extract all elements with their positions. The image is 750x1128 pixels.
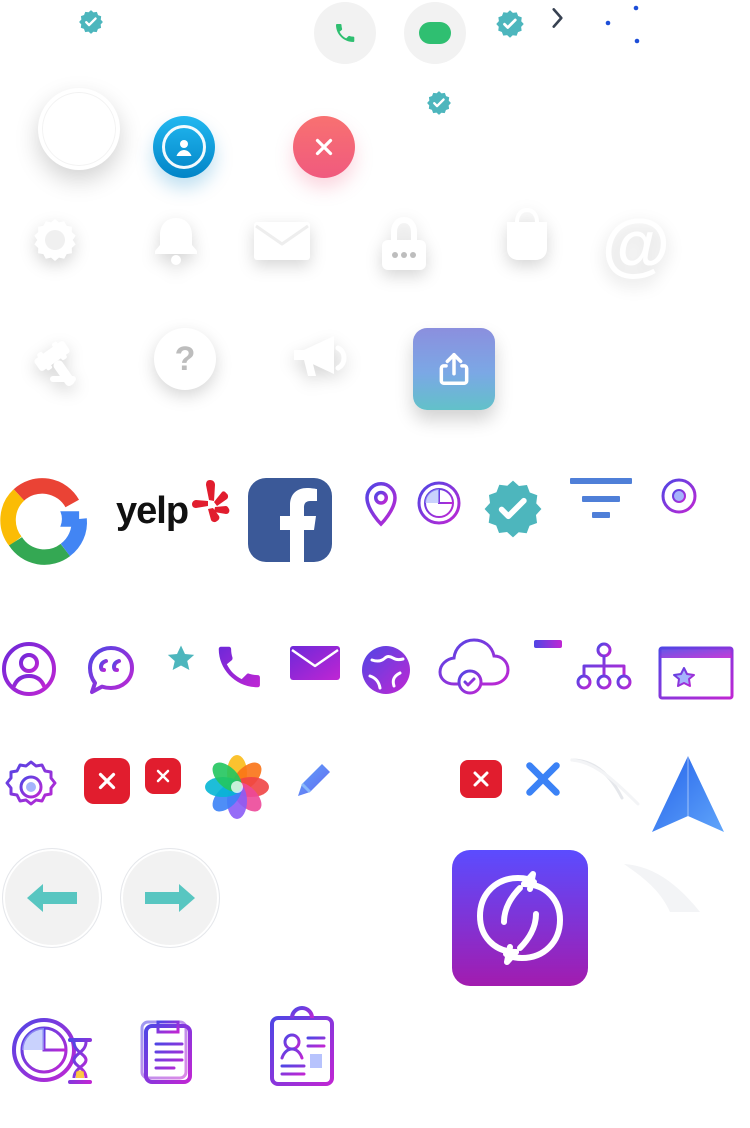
clipboard-list-icon — [136, 1016, 198, 1086]
light-arc-icon — [568, 754, 644, 808]
pie-timer-icon — [414, 478, 464, 528]
profile-button[interactable] — [153, 116, 215, 178]
close-button[interactable] — [293, 116, 355, 178]
light-quarter-icon — [620, 860, 706, 916]
cloud-check-icon — [432, 638, 512, 698]
filter-icon[interactable] — [568, 474, 634, 524]
arrow-right-icon — [145, 884, 195, 912]
chat-bubble-icon — [419, 22, 451, 44]
forward-arrow-button[interactable] — [120, 848, 220, 948]
back-arrow-button[interactable] — [2, 848, 102, 948]
close-square-icon — [145, 758, 181, 794]
close-icon[interactable] — [520, 756, 566, 802]
phone-icon — [336, 24, 355, 42]
rating-window-icon — [656, 640, 736, 700]
phone-icon — [212, 640, 266, 694]
help-question-mark: ? — [174, 340, 196, 378]
mail-icon — [252, 216, 312, 264]
minimize-bar-icon — [534, 640, 562, 648]
user-icon — [176, 140, 192, 156]
heartbeat-icon — [52, 121, 106, 139]
lock-icon — [376, 210, 432, 274]
verified-badge-icon — [78, 9, 104, 35]
user-circle-icon — [0, 640, 58, 698]
gavel-icon — [20, 328, 84, 392]
mail-icon — [288, 644, 342, 684]
close-square-icon — [460, 760, 502, 798]
help-icon: ? — [154, 328, 216, 390]
facebook-logo-icon — [248, 478, 332, 562]
close-square-icon — [84, 758, 130, 804]
arrow-left-icon — [27, 884, 77, 912]
health-monitor-button[interactable] — [38, 88, 120, 170]
yelp-logo: yelp — [116, 476, 230, 536]
verified-badge-icon — [426, 90, 452, 116]
globe-icon — [358, 642, 414, 698]
chat-bubble-button[interactable] — [404, 2, 466, 64]
shopping-bag-icon — [500, 204, 554, 266]
verified-badge-icon — [495, 9, 525, 39]
google-logo-icon — [0, 476, 87, 565]
verified-badge-icon — [482, 478, 544, 540]
map-pin-stand-icon — [656, 476, 702, 548]
time-report-icon — [8, 1012, 94, 1088]
yelp-burst-icon — [192, 480, 230, 523]
org-chart-icon — [572, 640, 636, 698]
star-icon — [164, 642, 198, 676]
share-button[interactable] — [413, 328, 495, 410]
megaphone-icon — [286, 326, 352, 384]
loading-dots-icon — [598, 0, 646, 50]
location-pin-icon — [360, 478, 402, 528]
id-clipboard-icon — [266, 1005, 338, 1088]
bell-icon — [148, 210, 204, 270]
yelp-wordmark: yelp — [116, 490, 189, 532]
share-icon — [439, 353, 469, 385]
at-symbol-icon: @ — [600, 208, 672, 280]
photos-app-icon — [204, 754, 270, 820]
quote-bubble-icon — [80, 640, 142, 702]
at-symbol: @ — [601, 205, 671, 283]
edit-pencil-icon[interactable] — [290, 756, 338, 804]
navigation-arrow-icon — [644, 752, 728, 836]
app-logo-icon — [452, 850, 588, 986]
chevron-right-icon[interactable] — [544, 3, 570, 33]
close-icon — [315, 138, 333, 156]
phone-call-button[interactable] — [314, 2, 376, 64]
gear-icon — [25, 210, 85, 270]
settings-gear-icon — [0, 756, 62, 818]
